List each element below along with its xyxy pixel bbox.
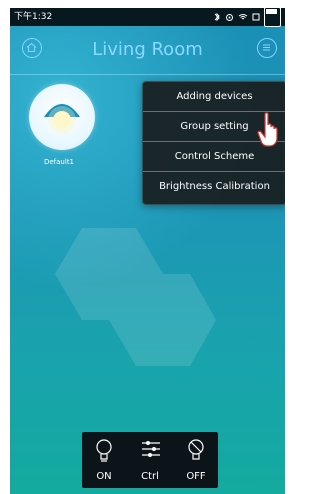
on-label: ON bbox=[96, 471, 112, 482]
bulb-off-icon bbox=[188, 439, 204, 460]
status-time: 下午1:32 bbox=[14, 12, 53, 22]
device-circle[interactable] bbox=[29, 84, 95, 150]
menu-item-adding-devices[interactable]: Adding devices bbox=[143, 82, 285, 112]
on-button[interactable]: ON bbox=[84, 432, 124, 488]
battery-icon bbox=[264, 8, 281, 27]
bottom-control-bar: ON Ctrl OFF bbox=[82, 432, 218, 488]
menu-button[interactable] bbox=[257, 38, 277, 58]
device-name: Default1 bbox=[43, 158, 75, 166]
lamp-icon bbox=[44, 91, 80, 134]
menu-item-brightness-calibration[interactable]: Brightness Calibration bbox=[143, 172, 285, 202]
page-title: Living Room bbox=[92, 39, 203, 60]
off-button[interactable]: OFF bbox=[176, 432, 216, 488]
wifi-icon bbox=[238, 8, 248, 26]
sim-icon bbox=[252, 8, 260, 26]
settings-icon bbox=[225, 8, 234, 26]
off-label: OFF bbox=[186, 471, 206, 482]
bulb-on-icon bbox=[96, 439, 112, 462]
status-icons bbox=[213, 8, 281, 27]
status-bar: 下午1:32 bbox=[10, 8, 285, 27]
ctrl-label: Ctrl bbox=[141, 471, 159, 482]
header: Living Room bbox=[10, 26, 285, 75]
bluetooth-icon bbox=[213, 8, 221, 26]
menu-icon bbox=[263, 44, 270, 51]
hand-cursor-icon bbox=[257, 112, 278, 147]
device-tile[interactable]: Default1 bbox=[20, 84, 98, 170]
app-screen: 下午1:32 Living Room Default1 Adding devic… bbox=[10, 8, 285, 494]
ctrl-button[interactable]: Ctrl bbox=[130, 432, 170, 488]
background-decoration bbox=[55, 228, 216, 366]
sliders-icon bbox=[142, 441, 160, 457]
